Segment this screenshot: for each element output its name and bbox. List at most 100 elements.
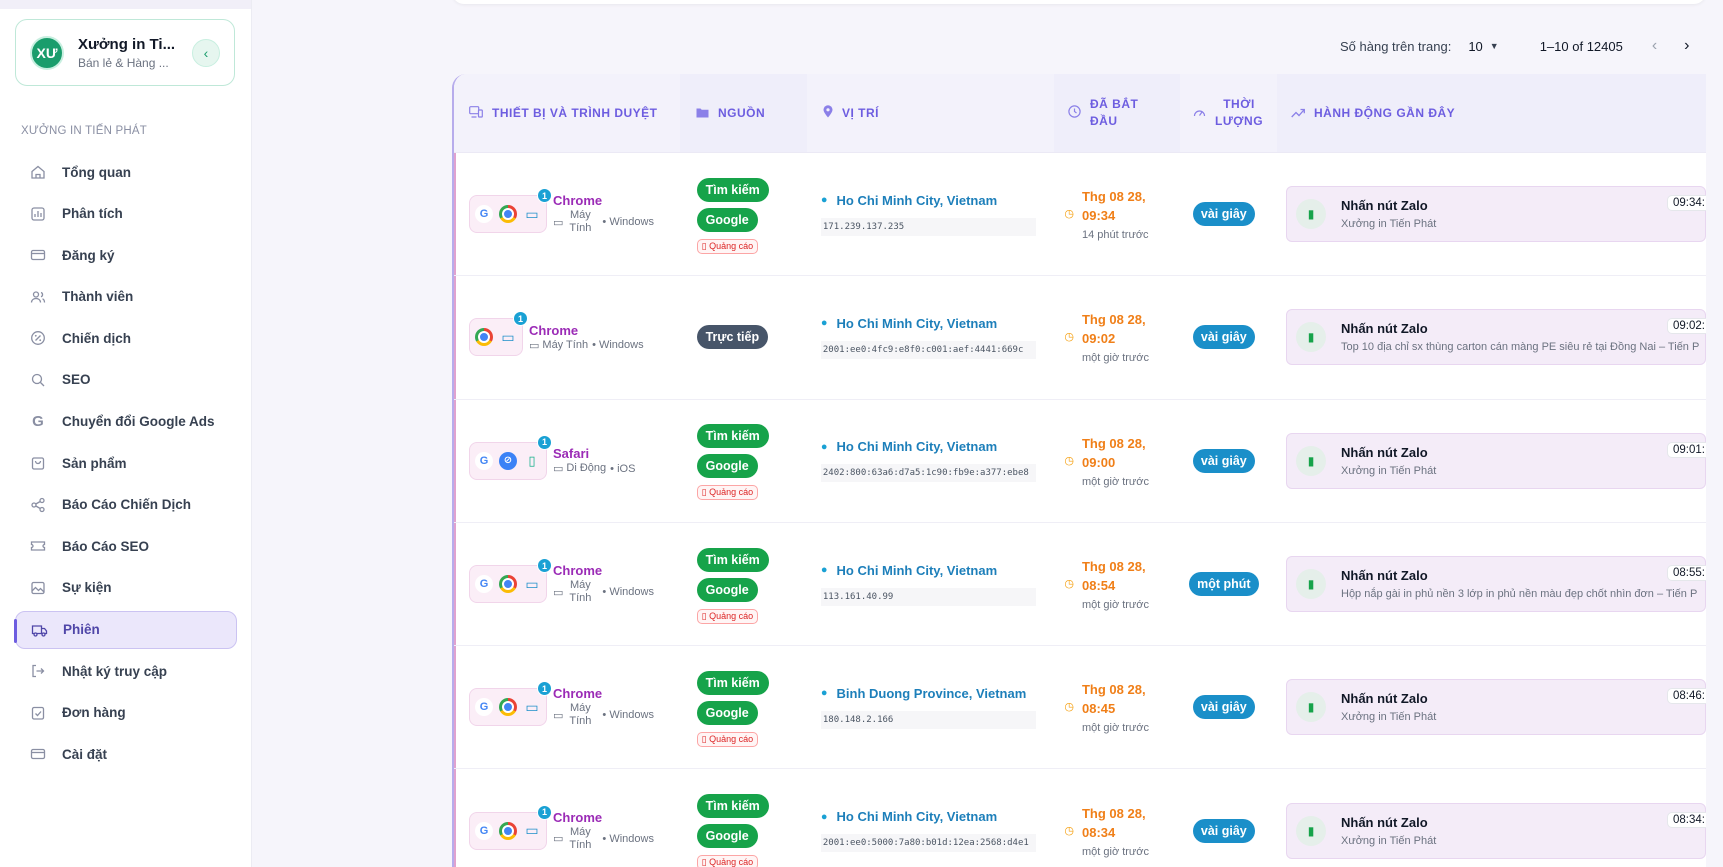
- location[interactable]: ● Ho Chi Minh City, Vietnam: [821, 193, 997, 208]
- workspace-switcher[interactable]: XƯ Xưởng in Ti... Bán lẻ & Hàng ... ‹: [15, 19, 235, 86]
- action-title: Nhấn nút Zalo: [1341, 568, 1428, 584]
- device-icons: G ▭ 1: [469, 188, 552, 234]
- sidebar-item-label: Tổng quan: [62, 164, 131, 180]
- table-row[interactable]: G ▭ 1 Chrome ▭ Máy Tính • Windows Tìm ki…: [454, 646, 1706, 770]
- column-header-recent-actions[interactable]: HÀNH ĐỘNG GẦN ĐÂY: [1277, 74, 1706, 152]
- column-header-location[interactable]: VỊ TRÍ: [807, 74, 1054, 152]
- recent-action-card[interactable]: ▮ Nhấn nút Zalo Xưởng in Tiến Phát 09:01…: [1286, 432, 1706, 489]
- source-badge: Google: [696, 207, 758, 232]
- sidebar-item-access-log[interactable]: Nhật ký truy cập: [15, 652, 237, 690]
- os-name: • Windows: [602, 586, 654, 599]
- sidebar-item-google-ads-conversions[interactable]: G Chuyển đổi Google Ads: [15, 403, 237, 441]
- duration-cell: vài giây: [1176, 646, 1272, 768]
- sidebar-item-analytics[interactable]: Phân tích: [15, 195, 237, 233]
- location[interactable]: ● Binh Duong Province, Vietnam: [821, 686, 1026, 701]
- table-row[interactable]: G ▭ 1 Chrome ▭ Máy Tính • Windows Tìm ki…: [454, 522, 1706, 647]
- recent-action-card[interactable]: ▮ Nhấn nút Zalo Xưởng in Tiến Phát 08:34…: [1286, 802, 1706, 859]
- desktop-icon: ▭: [525, 698, 539, 715]
- location-text: Binh Duong Province, Vietnam: [836, 685, 1027, 701]
- ad-tag: ▯ Quảng cáo: [696, 238, 759, 254]
- location[interactable]: ● Ho Chi Minh City, Vietnam: [821, 316, 997, 331]
- recent-action-card[interactable]: ▮ Nhấn nút Zalo Xưởng in Tiến Phát 08:46…: [1286, 679, 1706, 736]
- caret-down-icon: ▼: [1489, 41, 1499, 51]
- action-text: Nhấn nút Zalo Xưởng in Tiến Phát: [1341, 691, 1436, 723]
- location[interactable]: ● Ho Chi Minh City, Vietnam: [821, 439, 997, 454]
- map-pin-icon: ●: [820, 317, 828, 330]
- location[interactable]: ● Ho Chi Minh City, Vietnam: [821, 809, 997, 824]
- device-meta: ▭ Máy Tính • Windows: [553, 579, 654, 605]
- table-row[interactable]: ▭ 1 Chrome ▭ Máy Tính • Windows Trực tiế…: [454, 276, 1706, 400]
- users-icon: [29, 288, 47, 306]
- sidebar-item-seo[interactable]: SEO: [15, 361, 237, 399]
- previous-page-button[interactable]: ‹: [1652, 37, 1657, 55]
- source-badge: Google: [696, 824, 758, 849]
- location-text: Ho Chi Minh City, Vietnam: [836, 809, 998, 825]
- sidebar-item-label: Phân tích: [62, 206, 123, 222]
- start-clock: 09:34: [1081, 208, 1116, 224]
- table-row[interactable]: G ▭ 1 Chrome ▭ Máy Tính • Windows Tìm ki…: [454, 769, 1706, 867]
- ip-address: 2001:ee0:4fc9:e8f0:c001:aef:4441:669c: [820, 340, 1036, 359]
- table-row[interactable]: G ▭ 1 Chrome ▭ Máy Tính • Windows Tìm ki…: [454, 153, 1706, 277]
- sidebar-item-label: Nhật ký truy cập: [62, 663, 168, 679]
- recent-action-card[interactable]: ▮ Nhấn nút Zalo Hộp nắp gài in phủ nền 3…: [1286, 556, 1706, 613]
- ip-address: 2001:ee0:5000:7a80:b01d:12ea:2568:d4e1: [820, 834, 1036, 853]
- device-icons: G ▭ 1: [469, 681, 552, 727]
- recent-action-cell: ▮ Nhấn nút Zalo Top 10 địa chỉ sx thùng …: [1272, 276, 1706, 398]
- sidebar-item-sessions[interactable]: Phiên: [14, 610, 237, 649]
- sidebar-item-members[interactable]: Thành viên: [15, 278, 237, 316]
- collapse-sidebar-button[interactable]: ‹: [192, 38, 220, 67]
- device-icons: ▭ 1: [469, 311, 528, 357]
- next-page-button[interactable]: ›: [1684, 37, 1689, 55]
- chrome-icon: [499, 698, 517, 717]
- pagination-range: 1–10 of 12405: [1539, 38, 1623, 54]
- column-header-device[interactable]: THIẾT BỊ VÀ TRÌNH DUYỆT: [454, 74, 680, 152]
- source-badge: Tìm kiếm: [696, 794, 769, 819]
- relative-time: một giờ trước: [1081, 475, 1150, 488]
- location[interactable]: ● Ho Chi Minh City, Vietnam: [821, 563, 997, 578]
- header-line-1: ĐÃ BẮT: [1090, 97, 1139, 111]
- desktop-icon: ▭: [525, 822, 539, 839]
- os-value: Windows: [609, 709, 654, 722]
- devices-icon: ▭: [553, 463, 564, 476]
- devices-icon: ▭: [553, 216, 564, 229]
- browser-name: Chrome: [553, 686, 603, 702]
- table-row[interactable]: G ⊘ ▯ 1 Safari ▭ Di Động • iOS Tìm kiếm …: [454, 399, 1706, 523]
- mouse-icon: ▮: [1296, 692, 1326, 723]
- action-page: Top 10 địa chỉ sx thùng carton cán màng …: [1341, 341, 1700, 354]
- sidebar-item-registrations[interactable]: Đăng ký: [15, 236, 237, 274]
- column-header-duration[interactable]: THỜI LƯỢNG: [1180, 74, 1277, 152]
- action-title: Nhấn nút Zalo: [1341, 198, 1428, 214]
- recent-action-card[interactable]: ▮ Nhấn nút Zalo Xưởng in Tiến Phát 09:34…: [1286, 186, 1706, 243]
- duration-cell: vài giây: [1176, 400, 1272, 522]
- chevron-left-icon: ‹: [203, 44, 209, 61]
- rows-per-page-select[interactable]: 10 ▼: [1468, 39, 1498, 54]
- sidebar-item-label: Báo Cáo SEO: [62, 538, 150, 554]
- desktop-icon: ▭: [501, 328, 515, 345]
- safari-icon: ⊘: [499, 451, 517, 470]
- duration-badge: vài giây: [1192, 695, 1255, 720]
- device-meta: ▭ Máy Tính • Windows: [553, 209, 654, 235]
- sidebar-item-seo-reports[interactable]: Báo Cáo SEO: [15, 527, 237, 565]
- action-time: 09:01:: [1667, 441, 1706, 458]
- sidebar-item-orders[interactable]: Đơn hàng: [15, 694, 237, 732]
- os-value: Windows: [609, 586, 654, 599]
- source-badge: Tìm kiếm: [696, 424, 769, 449]
- sidebar-item-overview[interactable]: Tổng quan: [15, 153, 237, 191]
- sidebar-item-campaigns[interactable]: Chiến dịch: [15, 319, 237, 357]
- column-header-source[interactable]: NGUỒN: [680, 74, 807, 152]
- start-clock: 09:02: [1081, 331, 1116, 347]
- sidebar-item-products[interactable]: Sản phẩm: [15, 444, 237, 482]
- device-type: Máy Tính: [569, 825, 592, 851]
- start-time: ◷ Thg 08 28, 08:54 một giờ trước: [1064, 557, 1149, 611]
- sidebar-item-events[interactable]: Sự kiện: [15, 569, 237, 607]
- sidebar-item-label: SEO: [62, 372, 91, 388]
- column-header-started[interactable]: ĐÃ BẮT ĐẦU: [1054, 74, 1180, 152]
- action-page: Xưởng in Tiến Phát: [1341, 711, 1437, 724]
- sidebar-item-campaign-reports[interactable]: Báo Cáo Chiến Dịch: [15, 486, 237, 524]
- sidebar-item-settings[interactable]: Cài đặt: [15, 735, 237, 773]
- start-date: Thg 08 28,: [1081, 682, 1146, 698]
- action-text: Nhấn nút Zalo Hộp nắp gài in phủ nền 3 l…: [1341, 568, 1697, 600]
- action-title: Nhấn nút Zalo: [1341, 691, 1428, 707]
- start-clock: 08:45: [1081, 701, 1116, 717]
- recent-action-card[interactable]: ▮ Nhấn nút Zalo Top 10 địa chỉ sx thùng …: [1286, 309, 1706, 366]
